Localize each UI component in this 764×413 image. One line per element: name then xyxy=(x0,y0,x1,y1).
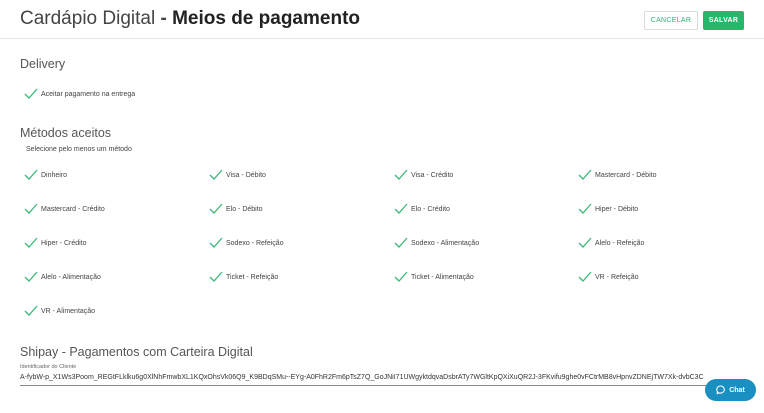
method-checkbox[interactable]: Ticket - Refeição xyxy=(209,270,278,284)
delivery-checkbox-label: Aceitar pagamento na entrega xyxy=(41,90,136,98)
check-icon xyxy=(578,203,592,214)
page-name: Meios de pagamento xyxy=(172,8,360,29)
chat-label: Chat xyxy=(729,386,745,394)
chat-button[interactable]: Chat xyxy=(705,379,756,401)
method-label: Ticket - Refeição xyxy=(226,273,279,281)
check-icon xyxy=(24,169,38,180)
check-icon xyxy=(578,271,592,282)
cancel-button[interactable]: CANCELAR xyxy=(644,11,698,30)
method-label: Hiper - Crédito xyxy=(41,239,87,247)
delivery-checkbox[interactable]: Aceitar pagamento na entrega xyxy=(24,87,135,101)
method-label: Sodexo - Alimentação xyxy=(411,239,480,247)
method-label: Alelo - Refeição xyxy=(595,239,645,247)
app-name: Cardápio Digital xyxy=(20,8,156,29)
method-checkbox[interactable]: Elo - Débito xyxy=(209,202,263,216)
method-checkbox[interactable]: Dinheiro xyxy=(24,168,67,182)
check-icon xyxy=(24,305,38,316)
method-checkbox[interactable]: Hiper - Débito xyxy=(578,202,638,216)
check-icon xyxy=(24,271,38,282)
method-checkbox[interactable]: Mastercard - Débito xyxy=(578,168,656,182)
method-label: Elo - Crédito xyxy=(411,205,450,213)
save-button[interactable]: SALVAR xyxy=(703,11,744,30)
top-bar: Cardápio Digital - Meios de pagamento CA… xyxy=(0,0,764,39)
check-icon xyxy=(24,203,38,214)
method-label: Ticket - Alimentação xyxy=(411,273,474,281)
method-checkbox[interactable]: Visa - Débito xyxy=(209,168,266,182)
method-label: Dinheiro xyxy=(41,171,68,179)
method-checkbox[interactable]: Sodexo - Refeição xyxy=(209,236,284,250)
shipay-section-title: Shipay - Pagamentos com Carteira Digital xyxy=(20,345,253,359)
title-separator: - xyxy=(155,8,173,29)
page-title: Cardápio Digital - Meios de pagamento xyxy=(20,8,360,30)
method-label: Sodexo - Refeição xyxy=(226,239,284,247)
check-icon xyxy=(394,237,408,248)
check-icon xyxy=(578,169,592,180)
method-label: Mastercard - Débito xyxy=(595,171,657,179)
method-label: Alelo - Alimentação xyxy=(41,273,101,281)
method-checkbox[interactable]: Sodexo - Alimentação xyxy=(394,236,479,250)
method-label: Visa - Crédito xyxy=(411,171,454,179)
chat-bubble-icon xyxy=(716,385,726,395)
check-icon xyxy=(209,169,223,180)
check-icon xyxy=(578,237,592,248)
check-icon xyxy=(394,203,408,214)
metodos-subtitle: Selecione pelo menos um método xyxy=(26,146,132,153)
method-label: VR - Alimentação xyxy=(41,307,96,315)
check-icon xyxy=(24,88,38,99)
method-checkbox[interactable]: VR - Refeição xyxy=(578,270,639,284)
method-label: VR - Refeição xyxy=(595,273,639,281)
method-checkbox[interactable]: Visa - Crédito xyxy=(394,168,453,182)
method-checkbox[interactable]: VR - Alimentação xyxy=(24,304,95,318)
check-icon xyxy=(24,237,38,248)
method-checkbox[interactable]: Hiper - Crédito xyxy=(24,236,87,250)
check-icon xyxy=(209,271,223,282)
method-checkbox[interactable]: Ticket - Alimentação xyxy=(394,270,474,284)
method-label: Mastercard - Crédito xyxy=(41,205,105,213)
method-checkbox[interactable]: Elo - Crédito xyxy=(394,202,450,216)
check-icon xyxy=(394,169,408,180)
check-icon xyxy=(209,237,223,248)
method-label: Visa - Débito xyxy=(226,171,266,179)
metodos-section-title: Métodos aceitos xyxy=(20,126,112,140)
client-id-label: Identificador do Cliente xyxy=(20,364,77,370)
check-icon xyxy=(209,203,223,214)
method-checkbox[interactable]: Alelo - Refeição xyxy=(578,236,644,250)
client-id-input[interactable]: A-fybW-p_X1Ws3Poom_REGtFLklku6g0XlNhFmwb… xyxy=(20,372,748,386)
method-label: Hiper - Débito xyxy=(595,205,639,213)
method-checkbox[interactable]: Mastercard - Crédito xyxy=(24,202,105,216)
method-checkbox[interactable]: Alelo - Alimentação xyxy=(24,270,101,284)
method-label: Elo - Débito xyxy=(226,205,263,213)
delivery-section-title: Delivery xyxy=(20,57,66,71)
check-icon xyxy=(394,271,408,282)
